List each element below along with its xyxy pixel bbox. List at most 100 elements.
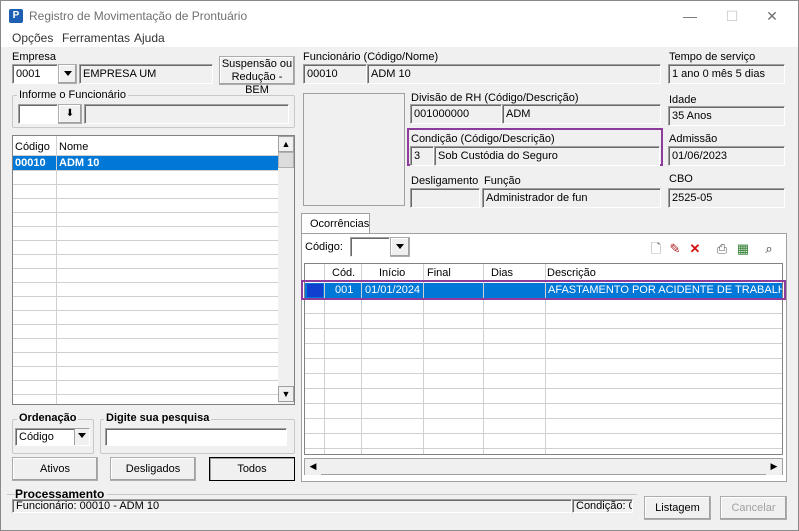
ocorrencias-codigo-dropdown[interactable] — [390, 237, 410, 257]
empresa-name-field: EMPRESA UM — [79, 64, 213, 84]
processamento-status: Funcionário: 00010 - ADM 10 — [12, 499, 572, 513]
tab-ocorrencias-label: Ocorrências — [310, 218, 370, 230]
scroll-up-icon[interactable]: ▲ — [278, 136, 294, 152]
menu-ferramentas[interactable]: Ferramentas — [62, 31, 130, 45]
employee-photo[interactable] — [303, 93, 405, 206]
col-final-header[interactable]: Final — [427, 267, 451, 279]
edit-pencil-icon[interactable]: ✎ — [667, 241, 683, 257]
scroll-right-icon[interactable]: ▶ — [766, 459, 782, 475]
empresa-dropdown-button[interactable] — [58, 64, 77, 84]
admissao-field: 01/06/2023 — [668, 146, 785, 166]
grid-line — [13, 296, 278, 297]
close-button[interactable]: ✕ — [757, 5, 787, 27]
grid-line — [13, 170, 278, 171]
funcionario-name-field: ADM 10 — [367, 64, 661, 84]
chevron-down-icon — [396, 244, 404, 249]
grid-line — [305, 328, 782, 329]
grid-line — [13, 184, 278, 185]
col-descricao-header[interactable]: Descrição — [547, 267, 596, 279]
grid-line — [13, 366, 278, 367]
menu-ajuda[interactable]: Ajuda — [134, 31, 165, 45]
grid-line — [305, 358, 782, 359]
window-title: Registro de Movimentação de Prontuário — [29, 9, 248, 23]
condicao-label: Condição (Código/Descrição) — [411, 133, 555, 145]
row-code: 00010 — [15, 157, 46, 169]
informe-input[interactable] — [18, 104, 58, 124]
informe-label: Informe o Funcionário — [17, 89, 128, 101]
processamento-condicao: Condição: 0 — [572, 499, 633, 513]
col-nome-header[interactable]: Nome — [59, 141, 88, 153]
print-icon[interactable]: ⎙ — [714, 241, 730, 257]
tab-ocorrencias[interactable]: Ocorrências — [301, 213, 370, 234]
grid-line — [13, 394, 278, 395]
informe-picker-button[interactable]: ⬇ — [58, 104, 82, 124]
empresa-code-field[interactable]: 0001 — [12, 64, 58, 84]
minimize-button[interactable]: — — [675, 5, 705, 27]
desligados-button[interactable]: Desligados — [110, 457, 196, 481]
grid-line — [305, 433, 782, 434]
grid-line — [305, 313, 782, 314]
grid-line — [13, 212, 278, 213]
grid-line — [13, 254, 278, 255]
table-row[interactable]: 00010 ADM 10 — [13, 156, 278, 170]
download-arrow-icon: ⬇ — [65, 108, 75, 119]
grid-line — [305, 373, 782, 374]
divisao-code-field: 001000000 — [410, 104, 502, 124]
employee-table-header: Código Nome — [13, 136, 278, 156]
ocorrencias-codigo-input[interactable] — [350, 237, 390, 257]
ocorrencias-hscrollbar[interactable]: ◀ ▶ — [304, 458, 783, 475]
ocorrencias-codigo-label: Código: — [305, 241, 343, 253]
grid-line — [56, 136, 57, 404]
grid-line — [13, 226, 278, 227]
divisao-label: Divisão de RH (Código/Descrição) — [411, 92, 579, 104]
funcionario-label: Funcionário (Código/Nome) — [303, 51, 439, 63]
app-icon: P — [9, 9, 23, 23]
employee-table-scrollbar[interactable]: ▲ ▼ — [278, 136, 294, 404]
tempo-servico-label: Tempo de serviço — [669, 51, 756, 63]
search-input[interactable] — [105, 428, 287, 446]
suspensao-button[interactable]: Suspensão ou Redução - BEM — [219, 56, 295, 96]
col-codigo-header[interactable]: Código — [15, 141, 50, 153]
employee-table: Código Nome 00010 ADM 10 ▲ ▼ — [12, 135, 295, 405]
ativos-button[interactable]: Ativos — [12, 457, 98, 481]
pesquisa-label: Digite sua pesquisa — [104, 412, 212, 424]
main-window: P Registro de Movimentação de Prontuário… — [0, 0, 799, 531]
tempo-servico-field: 1 ano 0 mês 5 dias — [668, 64, 785, 84]
admissao-label: Admissão — [669, 133, 718, 145]
delete-icon[interactable]: ✕ — [687, 241, 703, 257]
listagem-button[interactable]: Listagem — [644, 496, 711, 520]
new-document-icon[interactable]: 🗋 — [648, 241, 664, 257]
funcionario-code-field: 00010 — [303, 64, 367, 84]
col-cod-header[interactable]: Cód. — [332, 267, 355, 279]
chevron-down-icon — [63, 71, 72, 76]
menu-opcoes[interactable]: Opções — [12, 31, 53, 45]
chevron-down-icon[interactable] — [74, 429, 89, 445]
idade-field: 35 Anos — [668, 106, 785, 126]
print-preview-icon[interactable]: ⌕ — [761, 241, 777, 257]
funcao-label: Função — [484, 175, 521, 187]
ordenacao-select[interactable]: Código — [15, 428, 90, 446]
col-dias-header[interactable]: Dias — [491, 267, 513, 279]
empresa-label: Empresa — [12, 51, 57, 63]
grid-line — [305, 343, 782, 344]
title-bar: P Registro de Movimentação de Prontuário… — [1, 1, 798, 29]
grid-line — [13, 268, 278, 269]
idade-label: Idade — [669, 94, 697, 106]
ordenacao-label: Ordenação — [17, 412, 79, 424]
todos-button[interactable]: Todos — [209, 457, 295, 481]
maximize-button[interactable]: ☐ — [717, 5, 747, 27]
grid-line — [13, 324, 278, 325]
scroll-down-icon[interactable]: ▼ — [278, 386, 294, 402]
informe-name-field — [84, 104, 289, 124]
grid-line — [13, 338, 278, 339]
export-excel-icon[interactable]: ▦ — [735, 241, 751, 257]
desligamento-field — [410, 188, 480, 208]
scroll-left-icon[interactable]: ◀ — [305, 459, 321, 475]
scroll-thumb[interactable] — [278, 152, 294, 168]
cancelar-button[interactable]: Cancelar — [720, 496, 787, 520]
cbo-label: CBO — [669, 173, 693, 185]
grid-line — [305, 418, 782, 419]
ordenacao-value: Código — [19, 431, 54, 443]
funcao-field: Administrador de fun — [482, 188, 661, 208]
col-inicio-header[interactable]: Início — [379, 267, 405, 279]
